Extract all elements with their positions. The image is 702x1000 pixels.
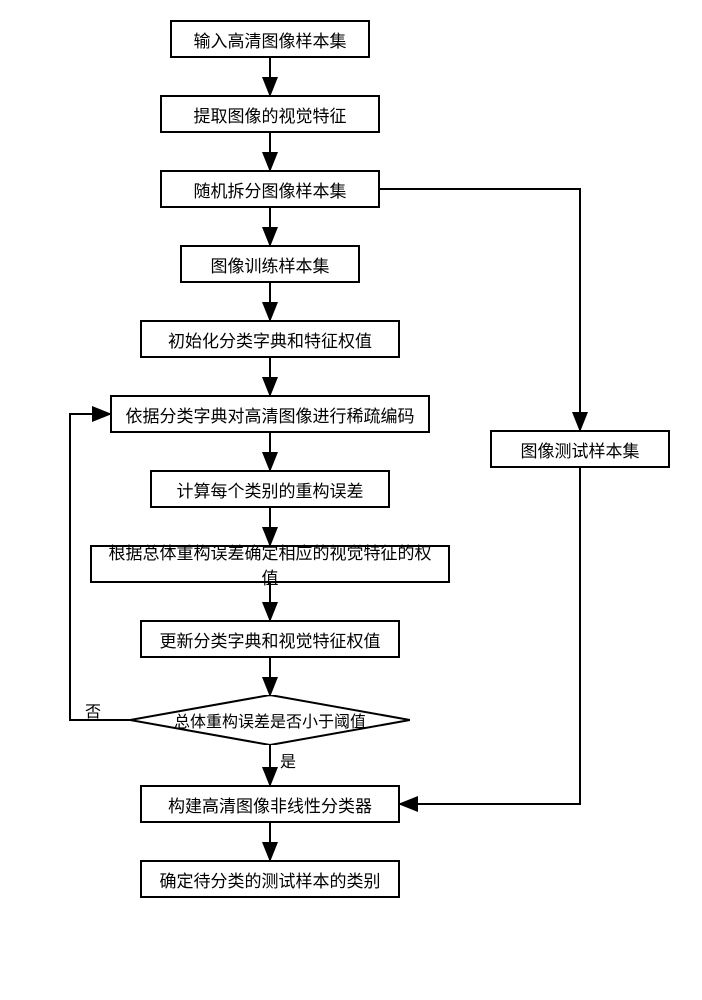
flowchart-arrows xyxy=(0,0,702,1000)
flowchart-container: 输入高清图像样本集 提取图像的视觉特征 随机拆分图像样本集 图像训练样本集 初始… xyxy=(0,0,702,1000)
